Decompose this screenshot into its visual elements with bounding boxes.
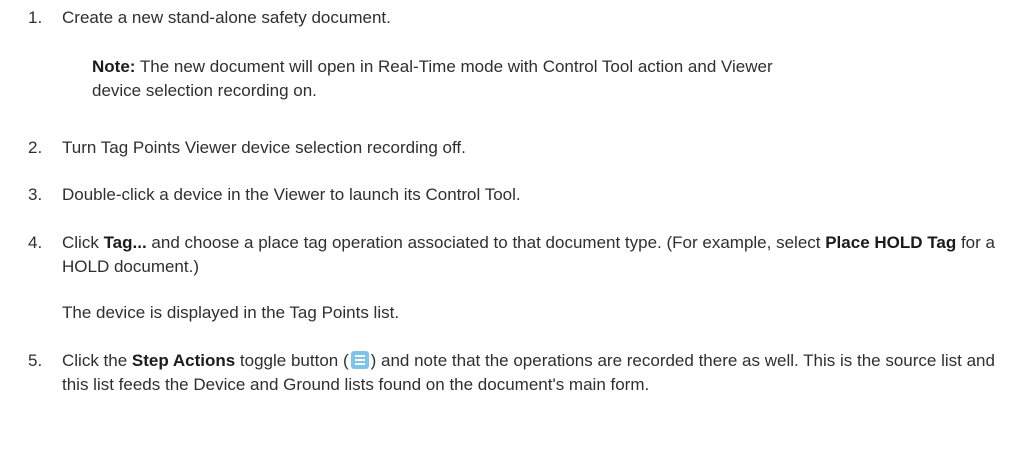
place-hold-tag-label: Place HOLD Tag — [825, 233, 957, 252]
step-number: 3. — [28, 185, 43, 204]
step-text: Click Tag... and choose a place tag oper… — [62, 233, 995, 276]
note-text: The new document will open in Real-Time … — [92, 57, 773, 100]
step-number: 4. — [28, 233, 43, 252]
step-text: Double-click a device in the Viewer to l… — [62, 185, 521, 204]
step-actions-list-icon — [350, 351, 369, 369]
step-number: 2. — [28, 138, 43, 157]
tag-menu-label: Tag... — [103, 233, 147, 252]
step-actions-label: Step Actions — [131, 351, 236, 370]
step-followup-text: The device is displayed in the Tag Point… — [62, 303, 400, 322]
step-number: 5. — [28, 351, 43, 370]
step-number: 1. — [28, 8, 43, 27]
step-text: Create a new stand-alone safety document… — [62, 8, 391, 27]
note-label: Note: — [92, 57, 136, 76]
step-text: Click the Step Actions toggle button () … — [62, 351, 995, 394]
step-text: Turn Tag Points Viewer device selection … — [62, 138, 466, 157]
note-callout: Note: The new document will open in Real… — [92, 55, 1007, 103]
procedure-document: 1. Create a new stand-alone safety docum… — [0, 0, 1031, 452]
